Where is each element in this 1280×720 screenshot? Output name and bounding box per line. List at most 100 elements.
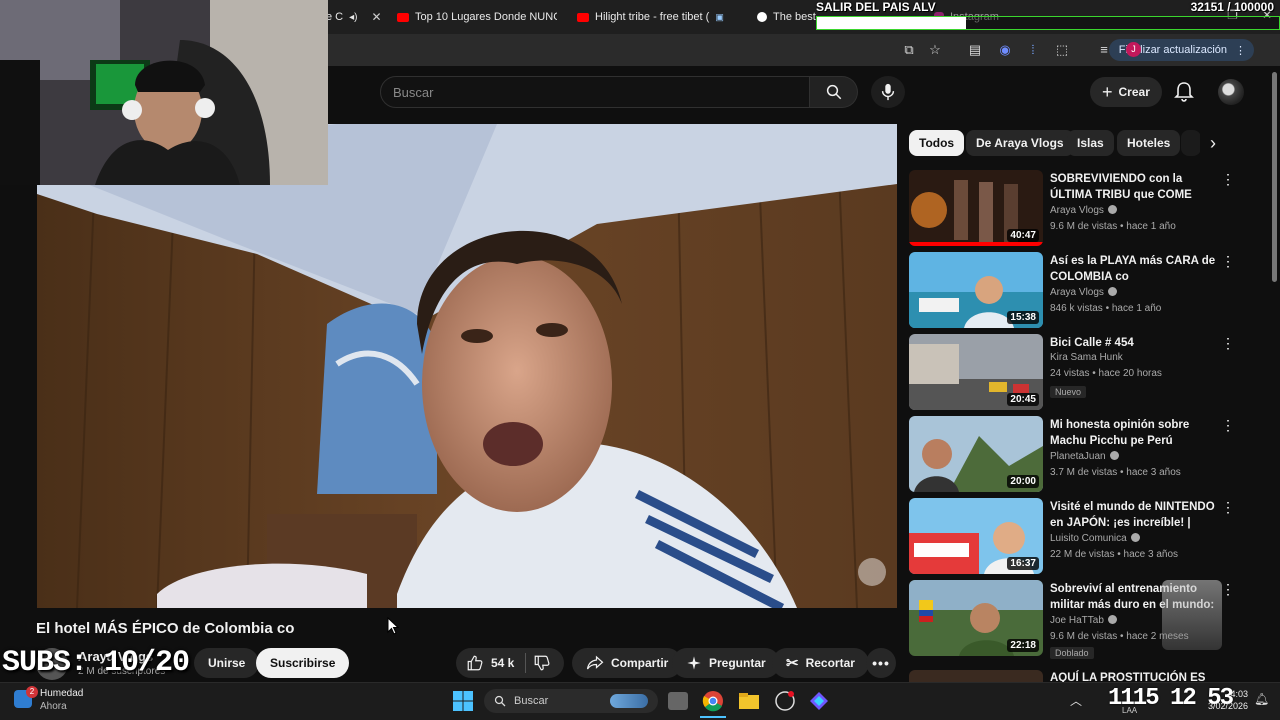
list-item[interactable]: 16:37 Visité el mundo de NINTENDO en JAP… [909, 498, 1269, 574]
profile-avatar[interactable]: J [1126, 42, 1141, 57]
extension-cast-icon[interactable]: ▤ [967, 42, 983, 58]
obs-icon[interactable] [774, 690, 796, 712]
video-title[interactable]: Visité el mundo de NINTENDO en JAPÓN: ¡e… [1050, 499, 1218, 531]
speaker-icon[interactable]: ◂) [349, 12, 357, 23]
list-item[interactable]: 20:00 Mi honesta opinión sobre Machu Pic… [909, 416, 1269, 492]
tab-the-best[interactable]: The best [757, 6, 817, 28]
search-highlight-icon [610, 694, 648, 708]
video-meta: 3.7 M de vistas • hace 3 años [1050, 467, 1181, 478]
channel-name[interactable]: Luisito Comunica [1050, 533, 1140, 544]
chevron-right-icon[interactable]: › [1200, 130, 1226, 156]
system-clock[interactable]: 4:03 3/02/2026 [1196, 688, 1248, 712]
video-title[interactable]: Bici Calle # 454 [1050, 335, 1218, 351]
verified-icon [1107, 615, 1117, 624]
windows-start-icon[interactable] [452, 690, 474, 712]
clip-button[interactable]: ✂ Recortar [772, 648, 869, 678]
more-vertical-icon[interactable]: ⋮ [1221, 336, 1235, 352]
notification-icon[interactable]: 🔔︎ [1254, 692, 1269, 706]
sparkle-icon [687, 656, 701, 670]
video-thumbnail[interactable]: 15:38 [909, 252, 1043, 328]
channel-name[interactable]: Kira Sama Hunk [1050, 352, 1123, 363]
app-diamond-icon[interactable] [808, 690, 830, 712]
weather-widget[interactable]: 2 Humedad Ahora [14, 686, 104, 716]
chrome-icon[interactable] [702, 690, 724, 712]
search-icon [494, 695, 506, 707]
like-count[interactable]: 54 k [491, 656, 514, 670]
stream-goal-overlay: SALIR DEL PAIS ALV 32151 / 100000 [816, 0, 1280, 32]
chevron-up-icon[interactable]: ︿ [1070, 692, 1082, 709]
account-avatar[interactable] [1218, 79, 1244, 105]
video-player[interactable] [37, 124, 897, 608]
chip-channel[interactable]: De Araya Vlogs [966, 130, 1074, 156]
join-button[interactable]: Unirse [194, 648, 260, 678]
weather-label: Humedad [40, 688, 84, 699]
thumbs-up-icon[interactable] [466, 654, 484, 672]
more-actions-button[interactable]: ••• [866, 648, 896, 678]
ask-button[interactable]: Preguntar [672, 648, 780, 678]
mouse-cursor-icon [387, 617, 399, 635]
list-item[interactable]: 20:45 Bici Calle # 454 Kira Sama Hunk 24… [909, 334, 1269, 410]
like-dislike-group: 54 k [456, 648, 564, 678]
voice-search-button[interactable] [871, 76, 905, 108]
video-duration: 22:18 [1007, 639, 1039, 652]
video-thumbnail[interactable]: 22:18 [909, 580, 1043, 656]
more-vertical-icon[interactable]: ⋮ [1221, 418, 1235, 434]
search-input[interactable] [381, 77, 809, 107]
search-button[interactable] [810, 76, 858, 108]
tab-hilight-tribe[interactable]: Hilight tribe - free tibet ( ▣ ✕ [577, 6, 737, 28]
video-thumbnail[interactable]: 20:00 [909, 416, 1043, 492]
close-tab-icon[interactable]: ✕ [371, 10, 381, 24]
more-vertical-icon[interactable]: ⋮ [1221, 582, 1235, 598]
extension-vpn-icon[interactable]: ◉ [997, 42, 1013, 58]
video-title[interactable]: Mi honesta opinión sobre Machu Picchu pe… [1050, 417, 1218, 449]
scrollbar-thumb[interactable] [1272, 72, 1277, 282]
more-vertical-icon[interactable]: ⋮ [1221, 500, 1235, 516]
webcam-frame [0, 0, 328, 185]
thumbs-down-icon[interactable] [533, 654, 551, 672]
chip-islas[interactable]: Islas [1067, 130, 1114, 156]
channel-name[interactable]: Joe HaTTab [1050, 615, 1117, 626]
create-label: Crear [1118, 85, 1150, 99]
video-meta: 9.6 M de vistas • hace 1 año [1050, 221, 1176, 232]
channel-name[interactable]: Araya Vlogs [1050, 287, 1117, 298]
file-explorer-icon[interactable] [738, 690, 760, 712]
chip-todos[interactable]: Todos [909, 130, 965, 156]
video-thumbnail[interactable]: 40:47 [909, 170, 1043, 246]
subs-counter-overlay: SUBS: 10/20 [2, 646, 190, 680]
chip-hoteles[interactable]: Hoteles [1117, 130, 1181, 156]
extensions-puzzle-icon[interactable]: ⬚ [1054, 42, 1070, 58]
bookmark-star-icon[interactable]: ☆ [927, 42, 943, 58]
microphone-icon [881, 83, 895, 101]
channel-name[interactable]: Araya Vlogs [1050, 205, 1117, 216]
more-vertical-icon[interactable]: ⋮ [1221, 254, 1235, 270]
taskbar-search[interactable]: Buscar [484, 689, 658, 713]
video-meta: 846 k vistas • hace 1 año [1050, 303, 1162, 314]
task-view-icon[interactable] [668, 692, 688, 710]
streamer-webcam [0, 0, 328, 185]
new-badge: Nuevo [1050, 386, 1087, 398]
channel-label: Luisito Comunica [1050, 533, 1127, 544]
channel-name[interactable]: PlanetaJuan [1050, 451, 1119, 462]
video-thumbnail[interactable] [909, 670, 1043, 682]
weather-badge: 2 [26, 686, 38, 698]
subscribe-button[interactable]: Suscribirse [256, 648, 350, 678]
video-thumbnail[interactable]: 16:37 [909, 498, 1043, 574]
notifications-bell-icon[interactable] [1172, 80, 1196, 104]
create-button[interactable]: + Crear [1090, 77, 1162, 107]
install-app-icon[interactable]: ⧉ [901, 42, 917, 58]
tab-top10[interactable]: Top 10 Lugares Donde NUNC ✕ [397, 6, 557, 28]
list-item[interactable]: 15:38 Así es la PLAYA más CARA de COLOMB… [909, 252, 1269, 328]
extension-audio-icon[interactable]: ⦙ [1025, 42, 1041, 58]
chip-hidden[interactable] [1181, 130, 1201, 156]
video-title[interactable]: SOBREVIVIENDO con la ÚLTIMA TRIBU que CO… [1050, 171, 1218, 203]
video-title[interactable]: AQUÍ LA PROSTITUCIÓN ES [1050, 670, 1218, 682]
search-field[interactable] [380, 76, 810, 108]
tab-active[interactable]: e C ◂) ✕ [326, 6, 382, 28]
more-vertical-icon[interactable]: ⋮ [1221, 172, 1235, 188]
clock-date: 3/02/2026 [1207, 701, 1248, 711]
list-item[interactable]: 40:47 SOBREVIVIENDO con la ÚLTIMA TRIBU … [909, 170, 1269, 246]
list-item[interactable]: AQUÍ LA PROSTITUCIÓN ES [909, 670, 1269, 682]
video-title[interactable]: Así es la PLAYA más CARA de COLOMBIA co [1050, 253, 1218, 285]
share-button[interactable]: Compartir [572, 648, 683, 678]
video-thumbnail[interactable]: 20:45 [909, 334, 1043, 410]
